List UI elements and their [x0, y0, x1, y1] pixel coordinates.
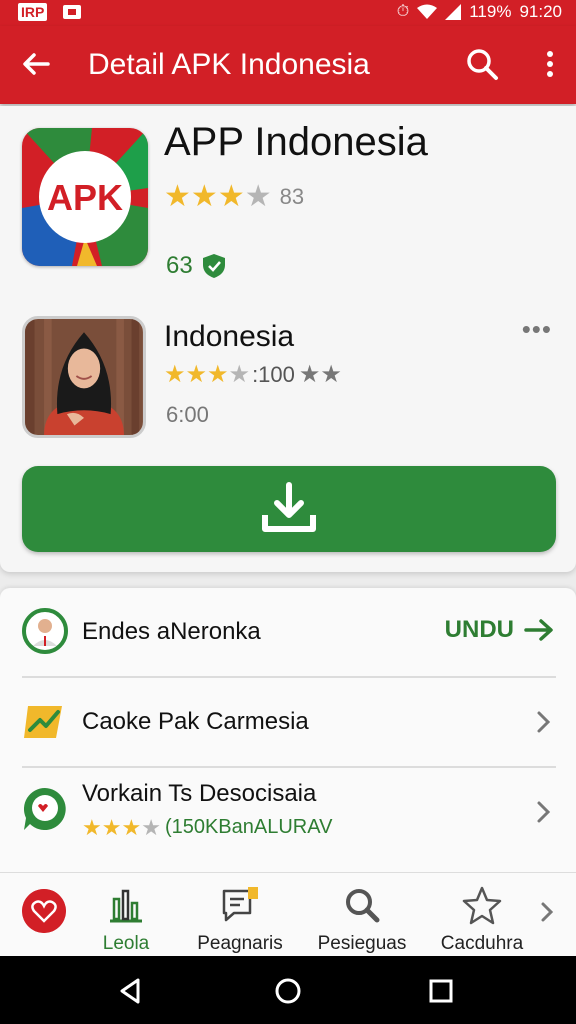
star-icon: ★ — [320, 361, 342, 388]
nav-label: Peagnaris — [197, 933, 283, 954]
chevron-right-icon[interactable] — [540, 901, 554, 923]
favorite-heart-icon[interactable] — [22, 889, 66, 933]
nav-item-peagnaris[interactable]: Peagnaris — [180, 885, 300, 955]
list-item[interactable]: Vorkain Ts Desocisaia ★ ★ ★ ★ (150KBanAL… — [0, 768, 576, 856]
system-back-icon[interactable] — [116, 976, 146, 1006]
status-bar: IRP ⏱ 119% 91:20 — [0, 0, 576, 26]
app-detail-card: APK APP Indonesia ★ ★ ★ ★ 83 63 Indonesi… — [0, 106, 576, 572]
list-item-rating: ★ ★ ★ ★ (150KBanALURAV — [82, 816, 332, 839]
star-icon: ★ — [82, 814, 102, 840]
star-icon: ★ — [164, 180, 191, 213]
star-icon: ★ — [298, 361, 321, 388]
nav-label: Cacduhra — [440, 933, 524, 954]
system-home-icon[interactable] — [273, 976, 303, 1006]
star-icon: ★ — [244, 180, 272, 213]
nav-item-pesieguas[interactable]: Pesieguas — [302, 885, 422, 955]
nav-item-cacduhra[interactable]: Cacduhra — [422, 885, 542, 955]
system-recents-icon[interactable] — [426, 976, 456, 1006]
message-icon — [222, 887, 258, 922]
signal-icon — [445, 4, 462, 20]
list-item-label: Vorkain Ts Desocisaia — [82, 780, 317, 807]
score-value: 63 — [166, 252, 193, 279]
related-list: Endes aNeronka UNDU Caoke Pak Carmesia V… — [0, 588, 576, 872]
developer-name: Indonesia — [164, 320, 295, 353]
more-options-icon[interactable] — [542, 46, 558, 82]
star-icon: ★ — [164, 361, 186, 388]
alarm-icon: ⏱ — [396, 3, 410, 20]
star-icon: ★ — [185, 361, 208, 388]
wifi-icon — [417, 4, 438, 19]
nav-label: Pesieguas — [317, 933, 407, 954]
status-brand: IRP — [18, 3, 48, 21]
rating-count: 83 — [279, 184, 305, 209]
app-name: APP Indonesia — [164, 120, 428, 164]
arrow-right-icon — [524, 619, 553, 641]
developer-time: 6:00 — [166, 402, 209, 427]
page-title: Detail APK Indonesia — [88, 48, 370, 81]
system-navigation-bar — [0, 956, 576, 1024]
download-icon — [262, 482, 316, 532]
app-bar: Detail APK Indonesia — [0, 26, 576, 104]
chart-icon — [110, 889, 142, 923]
star-icon: ★ — [121, 814, 142, 840]
chat-bubble-icon — [23, 788, 66, 830]
star-icon: ★ — [190, 180, 218, 213]
battery-level: 119% — [469, 2, 512, 21]
verified-shield-icon — [202, 254, 225, 278]
undu-button[interactable]: UNDU — [445, 616, 554, 644]
chevron-right-icon — [537, 801, 551, 823]
star-icon — [462, 886, 502, 925]
nav-item-leola[interactable]: Leola — [66, 885, 186, 955]
nav-label: Leola — [102, 933, 150, 954]
svg-text:APK: APK — [47, 177, 123, 218]
app-score: 63 — [166, 252, 227, 280]
star-icon: ★ — [217, 180, 245, 213]
notification-icon — [63, 5, 82, 19]
list-item[interactable]: Caoke Pak Carmesia — [0, 678, 576, 766]
download-button[interactable] — [22, 466, 556, 552]
trend-icon — [24, 706, 62, 738]
search-icon[interactable] — [464, 46, 500, 82]
list-item[interactable]: Endes aNeronka UNDU — [0, 588, 576, 676]
developer-rating: ★ ★ ★ ★ :100 ★ ★ — [164, 362, 342, 388]
developer-rating-count: :100 — [252, 362, 295, 387]
apk-app-icon: APK — [22, 128, 148, 266]
undu-label: UNDU — [444, 616, 514, 643]
star-icon: ★ — [141, 814, 161, 840]
star-icon: ★ — [101, 814, 122, 840]
list-item-sub: (150KBanALURAV — [164, 816, 333, 838]
clock: 91:20 — [519, 2, 562, 21]
developer-more-icon[interactable]: ••• — [522, 314, 552, 345]
user-avatar-icon — [22, 608, 68, 654]
star-icon: ★ — [207, 361, 229, 388]
app-rating: ★ ★ ★ ★ 83 — [164, 182, 304, 212]
star-half-icon: ★ — [228, 361, 251, 388]
list-item-label: Caoke Pak Carmesia — [82, 708, 309, 735]
search-icon — [346, 889, 380, 923]
list-item-label: Endes aNeronka — [82, 618, 261, 645]
developer-avatar — [22, 316, 146, 438]
back-arrow-icon[interactable] — [18, 46, 54, 82]
chevron-right-icon — [537, 711, 551, 733]
bottom-navigation: Leola Peagnaris Pesieguas Cacduhra — [0, 872, 576, 956]
